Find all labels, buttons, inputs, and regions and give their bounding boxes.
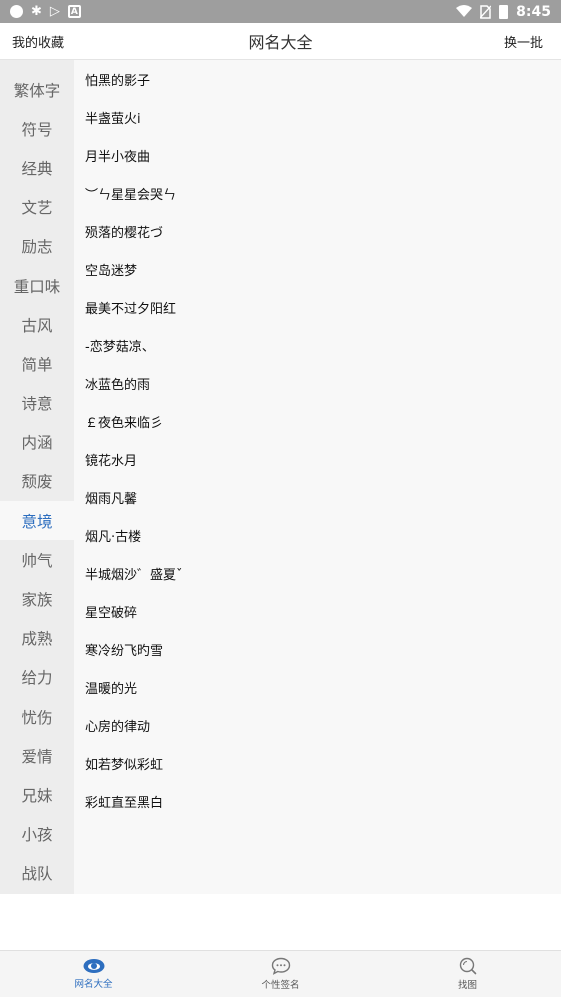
list-item[interactable]: 镜花水月 xyxy=(74,440,561,478)
status-time: 8:45 xyxy=(516,3,551,20)
tab-nickname-collection[interactable]: 网名大全 xyxy=(0,951,187,997)
category-item[interactable]: 简单 xyxy=(0,344,74,383)
list-item[interactable]: 如若梦似彩虹 xyxy=(74,744,561,782)
status-right: 8:45 xyxy=(456,4,551,20)
notification-dot-icon xyxy=(10,5,23,18)
refresh-batch-button[interactable]: 换一批 xyxy=(504,32,543,51)
app-header: 我的收藏 网名大全 换一批 xyxy=(0,23,561,60)
list-item[interactable]: 温暖的光 xyxy=(74,668,561,706)
category-item[interactable]: 励志 xyxy=(0,227,74,266)
list-item[interactable]: 空岛迷梦 xyxy=(74,250,561,288)
category-item[interactable]: 古风 xyxy=(0,305,74,344)
status-bar: ✱ ▷ A 8:45 xyxy=(0,0,561,23)
chat-icon xyxy=(271,957,290,975)
bottom-tab-bar: 网名大全 个性签名 找图 xyxy=(0,950,561,997)
list-item[interactable]: 星空破碎 xyxy=(74,592,561,630)
tab-find-image[interactable]: 找图 xyxy=(374,951,561,997)
category-item[interactable]: 成熟 xyxy=(0,619,74,658)
tab-signature[interactable]: 个性签名 xyxy=(187,951,374,997)
category-item[interactable]: 符号 xyxy=(0,109,74,148)
list-item[interactable]: 殒落的樱花づ xyxy=(74,212,561,250)
list-item[interactable]: 心房的律动 xyxy=(74,706,561,744)
list-item[interactable]: ￡夜色来临彡 xyxy=(74,402,561,440)
category-item[interactable]: 帅气 xyxy=(0,540,74,579)
a-notification-icon: A xyxy=(67,5,81,18)
eye-icon xyxy=(83,959,104,973)
search-icon xyxy=(459,957,476,975)
tab-label: 网名大全 xyxy=(74,979,113,990)
list-item[interactable]: 怕黑的影子 xyxy=(74,60,561,98)
category-item[interactable]: 爱情 xyxy=(0,736,74,775)
list-item[interactable]: 烟凡·古楼 xyxy=(74,516,561,554)
name-list-panel: 怕黑的影子 半盏萤火i 月半小夜曲 ︶ㄣ星星会哭ㄣ 殒落的樱花づ 空岛迷梦 最美不过夕阳红 -… xyxy=(74,60,561,894)
category-item[interactable]: 经典 xyxy=(0,148,74,187)
category-item[interactable]: 家族 xyxy=(0,579,74,618)
list-item[interactable]: 冰蓝色的雨 xyxy=(74,364,561,402)
category-list: 繁体字 符号 经典 文艺 励志 重口味 古风 简单 诗意 内涵 颓废 意境 帅气 家族 成熟 给力 忧伤 爱情 兄妹… xyxy=(0,70,74,893)
list-item[interactable]: 半盏萤火i xyxy=(74,98,561,136)
wifi-icon xyxy=(456,5,473,17)
list-item[interactable]: 烟雨凡馨 xyxy=(74,478,561,516)
list-item[interactable]: ︶ㄣ星星会哭ㄣ xyxy=(74,174,561,212)
category-item[interactable]: 小孩 xyxy=(0,815,74,854)
tab-label: 找图 xyxy=(457,980,477,991)
favorites-button[interactable]: 我的收藏 xyxy=(12,32,64,51)
category-item[interactable]: 重口味 xyxy=(0,266,74,305)
list-item[interactable]: 寒冷纷飞旳雪 xyxy=(74,630,561,668)
name-list: 怕黑的影子 半盏萤火i 月半小夜曲 ︶ㄣ星星会哭ㄣ 殒落的樱花づ 空岛迷梦 最美不过夕阳红 -… xyxy=(74,60,561,820)
battery-icon xyxy=(499,4,509,19)
category-item[interactable]: 颓废 xyxy=(0,462,74,501)
list-item[interactable]: 最美不过夕阳红 xyxy=(74,288,561,326)
list-item[interactable]: -恋梦菇凉、 xyxy=(74,326,561,364)
tab-label: 个性签名 xyxy=(261,980,300,991)
list-item[interactable]: 月半小夜曲 xyxy=(74,136,561,174)
category-item[interactable]: 诗意 xyxy=(0,384,74,423)
category-sidebar: 繁体字 符号 经典 文艺 励志 重口味 古风 简单 诗意 内涵 颓废 意境 帅气 家族 成熟 给力 忧伤 爱情 兄妹… xyxy=(0,60,74,894)
category-item[interactable]: 兄妹 xyxy=(0,775,74,814)
bug-app-icon: ✱ xyxy=(31,4,42,19)
page-title: 网名大全 xyxy=(248,33,313,52)
category-item[interactable]: 文艺 xyxy=(0,188,74,227)
category-item[interactable]: 意境 xyxy=(0,501,74,541)
play-store-icon: ▷ xyxy=(49,4,60,19)
status-left: ✱ ▷ A xyxy=(10,5,81,18)
category-item[interactable]: 战队 xyxy=(0,854,74,893)
category-item[interactable]: 内涵 xyxy=(0,423,74,462)
no-sim-icon xyxy=(480,4,492,19)
category-item[interactable]: 繁体字 xyxy=(0,70,74,109)
list-item[interactable]: 彩虹直至黑白 xyxy=(74,782,561,820)
list-item[interactable]: 半城烟沙゛盛夏ˇ xyxy=(74,554,561,592)
category-item[interactable]: 忧伤 xyxy=(0,697,74,736)
category-item[interactable]: 给力 xyxy=(0,658,74,697)
